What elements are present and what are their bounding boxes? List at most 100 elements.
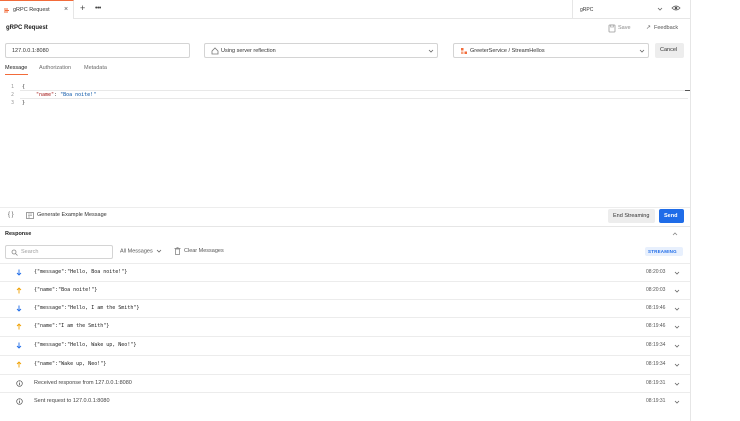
grpc-icon (4, 7, 10, 14)
chevron-down-icon (657, 6, 663, 12)
arrow-down-icon (16, 342, 22, 349)
page-title: gRPC Request (6, 25, 48, 31)
environment-label: gRPC (580, 7, 594, 13)
generate-label: Generate Example Message (37, 212, 107, 218)
method-select[interactable]: GreeterService / StreamHellos (453, 43, 649, 58)
trash-icon (174, 247, 181, 255)
chevron-down-icon[interactable] (674, 270, 680, 276)
url-value: 127.0.0.1:8080 (12, 48, 49, 54)
reflection-select[interactable]: Using server reflection (204, 43, 438, 58)
chevron-down-icon[interactable] (674, 288, 680, 294)
clear-messages-label: Clear Messages (184, 248, 224, 254)
search-placeholder: Search (21, 249, 39, 255)
message-timestamp: 08:19:46 (646, 323, 666, 329)
tab-grpc-request[interactable]: gRPC Request × (0, 0, 74, 19)
response-row[interactable]: {"name":"I am the Smith"} 08:19:46 (0, 317, 690, 335)
line-number: 1 (10, 84, 14, 90)
feedback-button[interactable]: ↗ Feedback (646, 23, 686, 35)
message-timestamp: 08:19:31 (646, 398, 666, 404)
feedback-icon: ↗ (646, 25, 652, 31)
eye-icon[interactable] (671, 4, 681, 12)
format-braces-button[interactable]: { } (8, 212, 14, 218)
response-search-input[interactable]: Search (5, 245, 113, 259)
search-icon (11, 249, 18, 256)
cancel-label: Cancel (660, 47, 678, 53)
message-timestamp: 08:19:46 (646, 305, 666, 311)
response-row[interactable]: {"message":"Hello, Boa noite!"} 08:20:03 (0, 263, 690, 281)
save-button[interactable]: Save (608, 23, 634, 35)
response-title: Response (5, 231, 32, 237)
tab-label: gRPC Request (13, 7, 50, 13)
chevron-down-icon[interactable] (674, 362, 680, 368)
message-payload: {"name":"Wake up, Neo!"} (34, 361, 107, 367)
chevron-down-icon[interactable] (674, 343, 680, 349)
message-filter-select[interactable]: All Messages (120, 248, 162, 254)
active-line-highlight (20, 90, 688, 99)
chevron-down-icon[interactable] (674, 399, 680, 405)
chevron-up-icon[interactable] (672, 231, 678, 237)
feedback-label: Feedback (654, 25, 679, 31)
code-value: "Boa noite!" (60, 92, 97, 98)
message-timestamp: 08:20:03 (646, 269, 666, 275)
reflection-icon (211, 47, 219, 55)
response-row[interactable]: Sent request to 127.0.0.1:8080 08:19:31 (0, 392, 690, 410)
message-timestamp: 08:19:34 (646, 361, 666, 367)
arrow-down-icon (16, 305, 22, 312)
response-row[interactable]: {"name":"Boa noite!"} 08:20:03 (0, 281, 690, 299)
save-icon (608, 24, 616, 33)
message-timestamp: 08:20:03 (646, 287, 666, 293)
tab-authorization[interactable]: Authorization (39, 65, 71, 71)
status-badge: STREAMING (645, 247, 683, 256)
code-line-2: "name": "Boa noite!" (36, 92, 96, 98)
message-payload: {"message":"Hello, Boa noite!"} (34, 269, 128, 275)
chevron-down-icon (156, 249, 162, 253)
send-button[interactable]: Send (659, 209, 684, 223)
new-tab-button[interactable]: + (80, 3, 85, 13)
code-open-brace: { (22, 84, 26, 90)
code-close-brace: } (22, 100, 26, 106)
reflection-value: Using server reflection (221, 48, 276, 54)
response-row[interactable]: Received response from 127.0.0.1:8080 08… (0, 374, 690, 392)
info-icon (16, 380, 23, 387)
message-timestamp: 08:19:34 (646, 342, 666, 348)
arrow-down-icon (16, 269, 22, 276)
method-icon (460, 47, 468, 55)
filter-label: All Messages (120, 248, 153, 255)
method-value: GreeterService / StreamHellos (470, 48, 545, 54)
line-number: 2 (10, 92, 14, 98)
status-badge-label: STREAMING (648, 249, 677, 254)
end-streaming-button[interactable]: End Streaming (608, 209, 655, 223)
chevron-down-icon[interactable] (674, 324, 680, 330)
tab-message[interactable]: Message (5, 65, 27, 71)
send-label: Send (664, 213, 678, 219)
generate-icon (26, 212, 34, 219)
message-payload: {"message":"Hello, I am the Smith"} (34, 305, 140, 311)
message-timestamp: 08:19:31 (646, 380, 666, 386)
chevron-down-icon[interactable] (674, 381, 680, 387)
active-tab-indicator (5, 74, 28, 75)
cancel-button[interactable]: Cancel (655, 43, 684, 58)
code-key: "name" (36, 92, 55, 98)
window-edge (690, 0, 691, 421)
info-icon (16, 398, 23, 405)
close-icon[interactable]: × (64, 6, 68, 13)
message-payload: {"name":"Boa noite!"} (34, 287, 98, 293)
url-input[interactable]: 127.0.0.1:8080 (5, 43, 190, 58)
end-streaming-label: End Streaming (613, 213, 650, 219)
environment-select[interactable]: gRPC (572, 0, 664, 19)
chevron-down-icon (639, 48, 645, 54)
more-tabs-icon[interactable]: ••• (95, 5, 101, 12)
message-payload: {"message":"Hello, Wake up, Neo!"} (34, 342, 137, 348)
event-text: Received response from 127.0.0.1:8080 (34, 380, 132, 386)
divider (0, 226, 690, 227)
line-number: 3 (10, 100, 14, 106)
response-row[interactable]: {"message":"Hello, Wake up, Neo!"} 08:19… (0, 336, 690, 354)
response-row[interactable]: {"message":"Hello, I am the Smith"} 08:1… (0, 299, 690, 317)
event-text: Sent request to 127.0.0.1:8080 (34, 398, 110, 404)
arrow-up-icon (16, 361, 22, 368)
save-label: Save (618, 25, 631, 31)
chevron-down-icon[interactable] (674, 306, 680, 312)
tab-metadata[interactable]: Metadata (84, 65, 107, 71)
chevron-down-icon (428, 48, 434, 54)
response-row[interactable]: {"name":"Wake up, Neo!"} 08:19:34 (0, 355, 690, 373)
